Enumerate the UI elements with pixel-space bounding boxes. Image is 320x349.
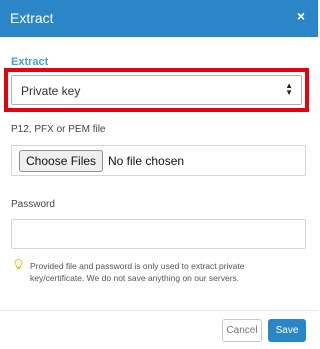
cancel-button[interactable]: Cancel: [222, 319, 262, 342]
file-status: No file chosen: [108, 154, 185, 168]
lightbulb-icon: [14, 259, 23, 269]
save-button[interactable]: Save: [268, 319, 306, 342]
chevron-up-down-icon: ▲ ▼: [285, 81, 293, 97]
extract-dialog: Extract × Extract Private key ▲ ▼ P12, PF…: [0, 0, 318, 349]
hint-text: Provided file and password is only used …: [30, 261, 245, 283]
dialog-title: Extract: [10, 10, 54, 26]
extract-label: Extract: [11, 56, 49, 68]
file-input[interactable]: Choose Files No file chosen: [11, 145, 306, 176]
password-label: Password: [11, 199, 55, 210]
password-field[interactable]: [11, 219, 306, 249]
choose-files-button[interactable]: Choose Files: [19, 150, 104, 172]
dialog-header: Extract ×: [0, 0, 318, 37]
file-label: P12, PFX or PEM file: [11, 124, 106, 135]
footer-divider: [0, 310, 318, 311]
close-icon[interactable]: ×: [297, 8, 305, 24]
extract-select[interactable]: Private key ▲ ▼: [11, 75, 302, 105]
extract-select-value: Private key: [21, 84, 81, 98]
